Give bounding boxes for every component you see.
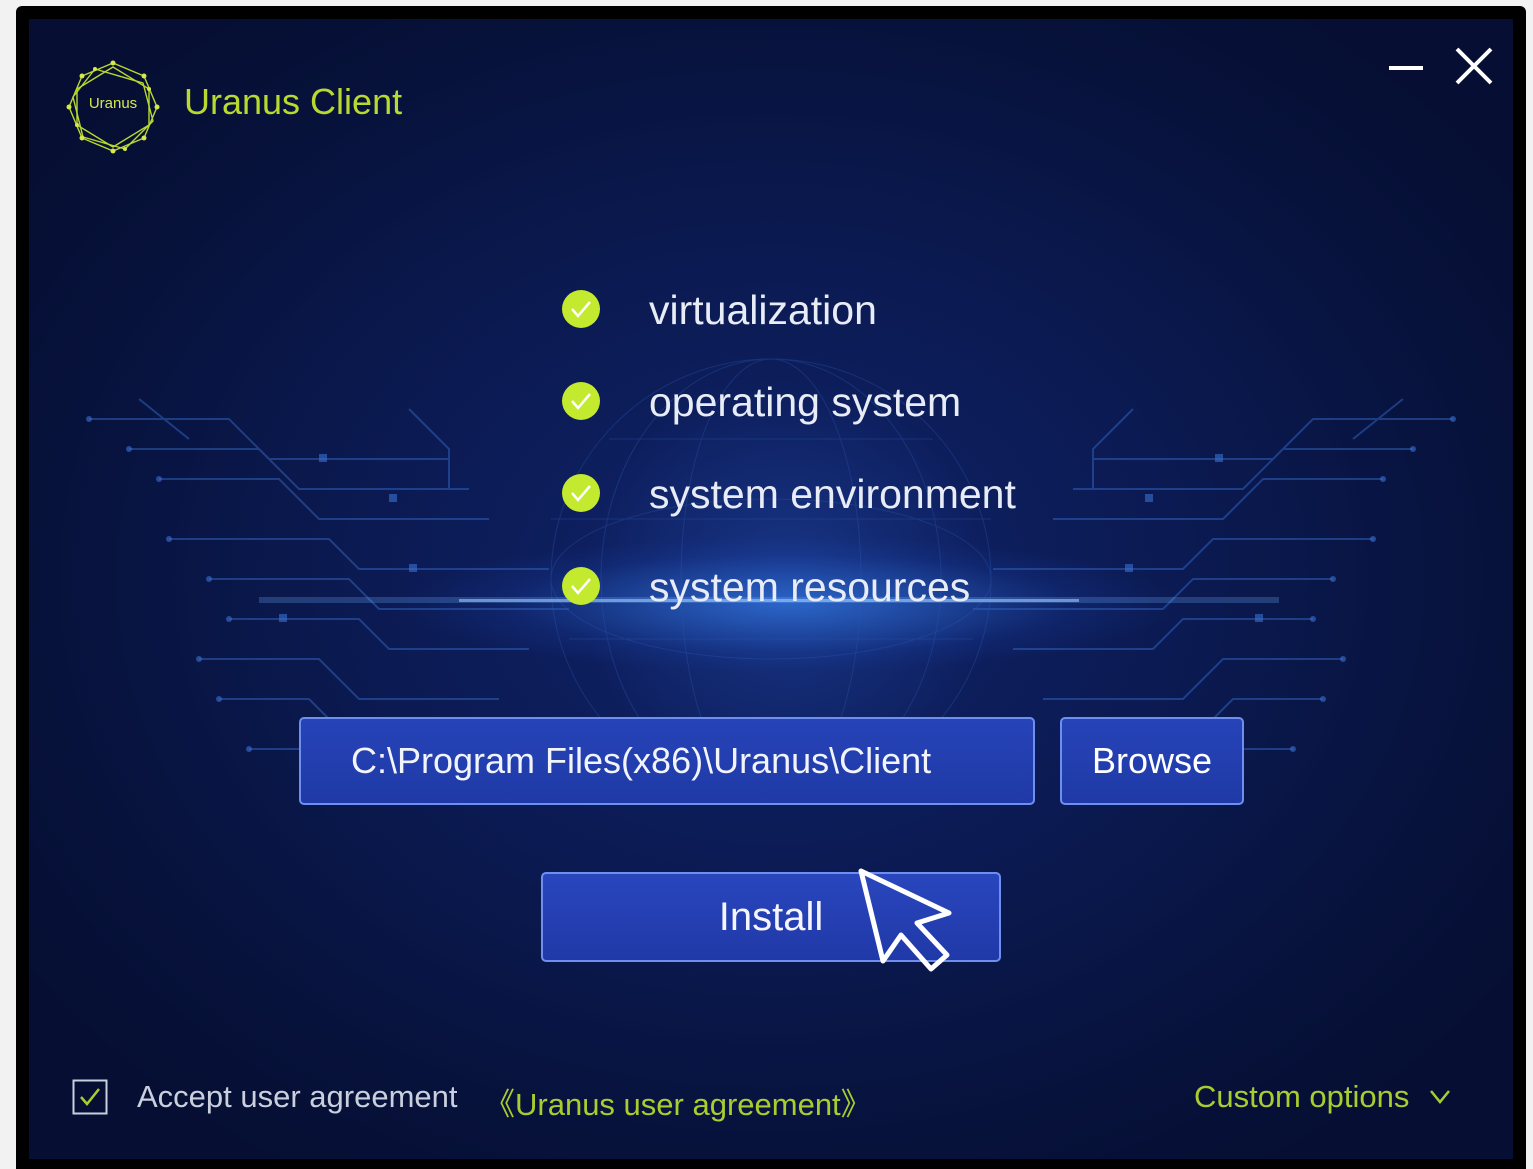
check-label: system resources — [649, 564, 971, 610]
browse-button[interactable]: Browse — [1060, 717, 1244, 805]
close-button[interactable] — [1449, 43, 1499, 93]
uranus-logo: Uranus — [65, 59, 161, 155]
check-row-system-environment: system environment — [559, 463, 1119, 523]
check-row-system-resources: system resources — [559, 556, 1119, 616]
minimize-icon — [1389, 66, 1423, 70]
logo-text: Uranus — [88, 95, 138, 112]
mouse-pointer-icon — [858, 868, 952, 972]
checkbox-checked-icon — [72, 1079, 108, 1115]
agreement-checkbox[interactable] — [72, 1079, 108, 1115]
check-label: virtualization — [649, 287, 877, 333]
check-row-operating-system: operating system — [559, 371, 1119, 431]
check-row-virtualization: virtualization — [559, 279, 1119, 339]
agreement-link[interactable]: 《Uranus user agreement》 — [484, 1079, 872, 1124]
close-icon — [1455, 47, 1493, 85]
custom-options-toggle[interactable]: Custom options — [1194, 1079, 1409, 1115]
app-title: Uranus Client — [184, 81, 403, 122]
check-circle-icon — [562, 382, 600, 420]
agreement-text: Accept user agreement — [137, 1079, 458, 1114]
window-frame: Uranus Uranus Client virtualization oper… — [16, 6, 1526, 1169]
check-circle-icon — [562, 474, 600, 512]
check-label: system environment — [649, 471, 1016, 517]
check-label: operating system — [649, 379, 962, 425]
check-circle-icon — [562, 567, 600, 605]
installer-window: Uranus Uranus Client virtualization oper… — [29, 19, 1513, 1159]
install-path-input[interactable]: C:\Program Files(x86)\Uranus\Client — [299, 717, 1035, 805]
check-circle-icon — [562, 290, 600, 328]
minimize-button[interactable] — [1381, 43, 1431, 93]
chevron-down-icon[interactable] — [1428, 1087, 1452, 1107]
